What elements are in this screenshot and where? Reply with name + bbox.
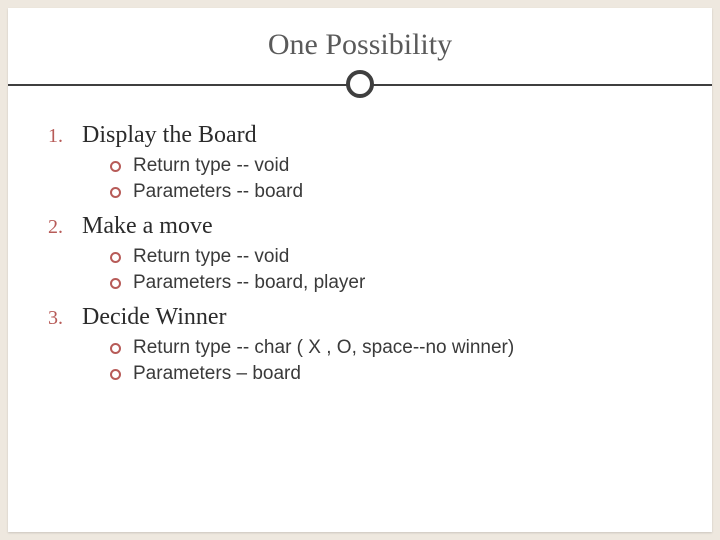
- title-area: One Possibility: [8, 8, 712, 108]
- sub-text: Return type -- void: [133, 155, 289, 177]
- bullet-ring-icon: [110, 252, 121, 263]
- sub-item: Parameters -- board, player: [110, 272, 680, 294]
- divider-circle-icon: [346, 70, 374, 98]
- slide-title: One Possibility: [8, 8, 712, 62]
- list-item: 1. Display the Board: [48, 122, 680, 149]
- sub-text: Return type -- void: [133, 246, 289, 268]
- sub-text: Return type -- char ( X , O, space--no w…: [133, 337, 514, 359]
- bullet-ring-icon: [110, 161, 121, 172]
- list-number: 2.: [48, 216, 82, 239]
- list-number: 3.: [48, 307, 82, 330]
- list-item: 3. Decide Winner: [48, 304, 680, 331]
- sub-item: Return type -- void: [110, 155, 680, 177]
- content: 1. Display the Board Return type -- void…: [8, 108, 712, 385]
- list-heading: Decide Winner: [82, 304, 227, 331]
- sub-list: Return type -- void Parameters -- board,…: [110, 246, 680, 294]
- bullet-ring-icon: [110, 369, 121, 380]
- bullet-ring-icon: [110, 343, 121, 354]
- sub-text: Parameters -- board, player: [133, 272, 365, 294]
- sub-list: Return type -- char ( X , O, space--no w…: [110, 337, 680, 385]
- list-heading: Make a move: [82, 213, 213, 240]
- list-heading: Display the Board: [82, 122, 257, 149]
- sub-item: Return type -- void: [110, 246, 680, 268]
- divider: [8, 70, 712, 98]
- bullet-ring-icon: [110, 187, 121, 198]
- list-item: 2. Make a move: [48, 213, 680, 240]
- sub-text: Parameters – board: [133, 363, 301, 385]
- sub-item: Parameters – board: [110, 363, 680, 385]
- slide: One Possibility 1. Display the Board Ret…: [8, 8, 712, 532]
- sub-item: Parameters -- board: [110, 181, 680, 203]
- sub-item: Return type -- char ( X , O, space--no w…: [110, 337, 680, 359]
- sub-text: Parameters -- board: [133, 181, 303, 203]
- sub-list: Return type -- void Parameters -- board: [110, 155, 680, 203]
- bullet-ring-icon: [110, 278, 121, 289]
- list-number: 1.: [48, 125, 82, 148]
